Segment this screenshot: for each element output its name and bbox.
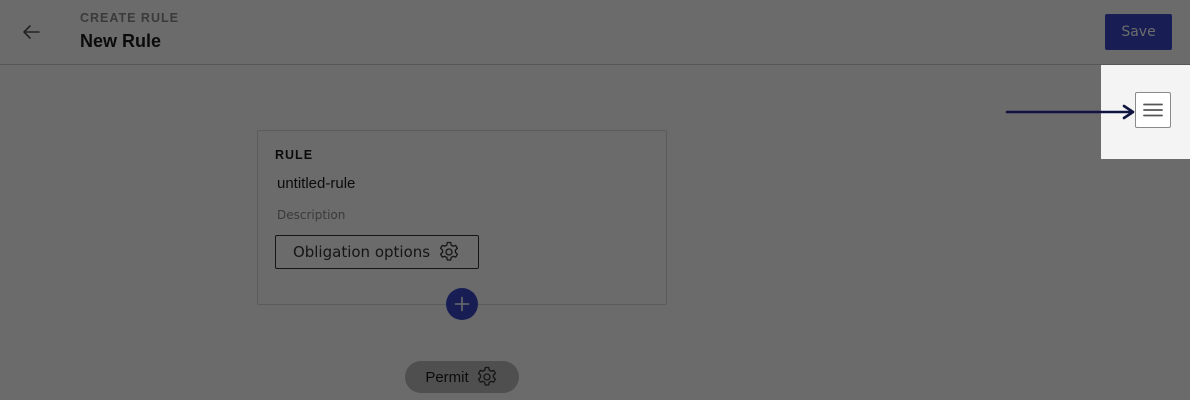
spotlight-highlight <box>1101 65 1190 159</box>
obligation-options-label: Obligation options <box>292 243 431 261</box>
rule-name[interactable]: untitled-rule <box>277 175 355 192</box>
arrow-left-icon <box>23 25 40 39</box>
plus-icon <box>454 296 470 312</box>
page-header: CREATE RULE New Rule Save <box>0 0 1190 65</box>
page-eyebrow: CREATE RULE <box>80 11 179 25</box>
permit-label: Permit <box>425 368 469 386</box>
page-title: New Rule <box>80 31 162 51</box>
rule-type-label: RULE <box>275 148 314 162</box>
description-field[interactable]: Description <box>277 208 345 222</box>
rule-editor-page: CREATE RULE New Rule Save RULE untitled-… <box>0 0 1190 400</box>
save-button[interactable]: Save <box>1105 14 1172 50</box>
permit-effect-pill[interactable]: Permit <box>405 361 519 393</box>
add-condition-button[interactable] <box>446 288 478 320</box>
back-button[interactable] <box>18 20 44 44</box>
obligation-options-button[interactable]: Obligation options <box>275 235 479 269</box>
menu-button[interactable] <box>1135 92 1171 128</box>
rule-card: RULE untitled-rule Description Obligatio… <box>257 130 667 305</box>
hamburger-menu-icon <box>1143 103 1163 117</box>
gear-icon <box>440 241 459 261</box>
gear-icon <box>477 366 496 386</box>
